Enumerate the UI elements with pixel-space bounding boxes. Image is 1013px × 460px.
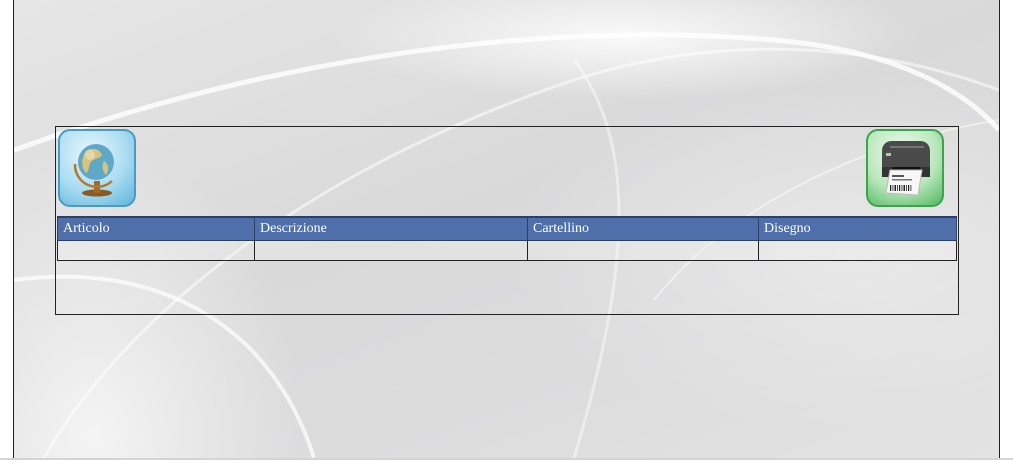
cell-descrizione[interactable] [254, 240, 528, 261]
column-header-articolo[interactable]: Articolo [57, 216, 255, 241]
column-header-descrizione[interactable]: Descrizione [254, 216, 528, 241]
cell-articolo[interactable] [57, 240, 255, 261]
column-header-cartellino[interactable]: Cartellino [527, 216, 759, 241]
page-background: Articolo Descrizione Cartellino Disegno [13, 0, 1000, 458]
globe-button[interactable] [58, 129, 136, 207]
globe-icon [73, 144, 114, 197]
table-row[interactable] [57, 240, 957, 261]
cell-cartellino[interactable] [527, 240, 759, 261]
column-header-disegno[interactable]: Disegno [758, 216, 957, 241]
label-printer-button[interactable] [866, 129, 944, 207]
articles-table: Articolo Descrizione Cartellino Disegno [57, 216, 957, 261]
cell-disegno[interactable] [758, 240, 957, 261]
table-header-row: Articolo Descrizione Cartellino Disegno [57, 216, 957, 241]
articles-panel: Articolo Descrizione Cartellino Disegno [55, 126, 959, 315]
label-printer-icon [882, 141, 930, 196]
